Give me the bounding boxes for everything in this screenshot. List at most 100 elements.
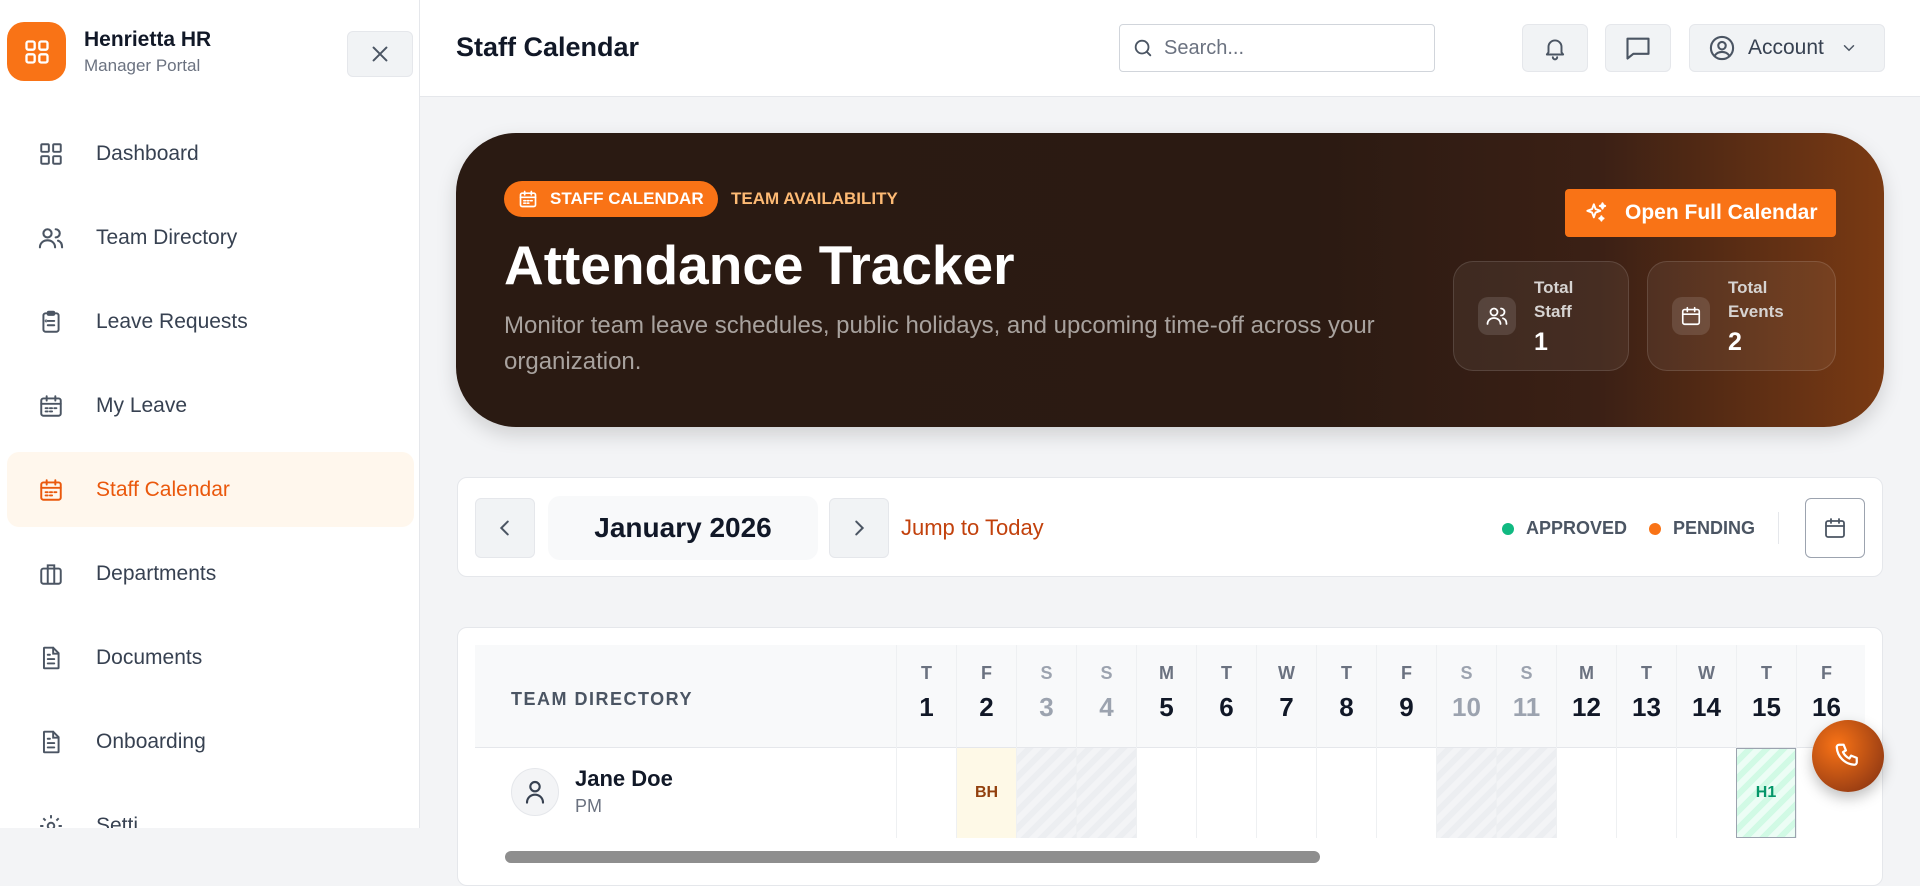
jump-to-today-link[interactable]: Jump to Today: [901, 515, 1044, 541]
sidebar-item-leave-requests[interactable]: Leave Requests: [7, 284, 414, 359]
day-cell[interactable]: [896, 748, 956, 838]
legend-dot: [1502, 522, 1514, 535]
legend-label: PENDING: [1673, 518, 1756, 538]
day-column-header: M 12: [1556, 645, 1616, 748]
sidebar: Henrietta HR Manager Portal Dashboard Te…: [0, 0, 420, 828]
team-directory-header: TEAM DIRECTORY: [511, 689, 694, 709]
day-of-week: S: [1040, 663, 1053, 683]
notifications-button[interactable]: [1522, 24, 1588, 72]
employee-info[interactable]: Jane Doe PM: [511, 766, 673, 817]
sidebar-item-departments[interactable]: Departments: [7, 536, 414, 611]
day-number: 2: [979, 692, 994, 722]
stat-label: Total Events: [1728, 277, 1784, 321]
page-title: Staff Calendar: [456, 32, 640, 62]
sidebar-item-team-directory[interactable]: Team Directory: [7, 200, 414, 275]
day-number: 12: [1572, 692, 1601, 722]
sidebar-item-my-leave[interactable]: My Leave: [7, 368, 414, 443]
day-number: 7: [1279, 692, 1294, 722]
hero-tag: TEAM AVAILABILITY: [731, 189, 898, 208]
day-number: 9: [1399, 692, 1414, 722]
day-cell[interactable]: [1256, 748, 1316, 838]
calendar-icon: [519, 190, 537, 208]
open-full-calendar-label: Open Full Calendar: [1625, 201, 1818, 224]
employee-name: Jane Doe: [575, 766, 673, 791]
day-column-header: S3: [1016, 645, 1076, 748]
day-of-week: W: [1698, 663, 1715, 683]
day-column-header: T 13: [1616, 645, 1676, 748]
legend-label: APPROVED: [1526, 518, 1628, 538]
leave-event-cell[interactable]: BH: [956, 748, 1016, 838]
day-cell[interactable]: [1316, 748, 1376, 838]
user-circle-icon: [1709, 35, 1735, 61]
day-number: 1: [919, 692, 934, 722]
day-cell[interactable]: [1496, 748, 1556, 838]
clipboard-icon: [37, 308, 65, 336]
employee-role: PM: [575, 796, 602, 816]
day-cell[interactable]: [1076, 748, 1136, 838]
next-month-button[interactable]: [829, 498, 889, 558]
sidebar-item-label: Dashboard: [96, 141, 199, 165]
stat-card-total-events: Total Events 2: [1647, 261, 1836, 371]
day-column-header: T8: [1316, 645, 1376, 748]
account-label: Account: [1748, 36, 1824, 59]
sidebar-item-documents[interactable]: Documents: [7, 620, 414, 695]
stat-label: Total Staff: [1534, 277, 1574, 321]
day-of-week: T: [1641, 663, 1652, 683]
chevron-right-icon: [855, 520, 865, 536]
stat-value: 2: [1728, 327, 1742, 356]
call-support-button[interactable]: [1812, 720, 1884, 792]
day-cell[interactable]: [1136, 748, 1196, 838]
close-sidebar-button[interactable]: [347, 31, 413, 77]
search-input[interactable]: [1164, 36, 1414, 60]
hero-title: Attendance Tracker: [504, 234, 1015, 296]
document-icon: [37, 728, 65, 756]
sidebar-item-staff-calendar[interactable]: Staff Calendar: [7, 452, 414, 527]
sidebar-item-settings[interactable]: Setti: [7, 788, 414, 828]
day-cell[interactable]: [1616, 748, 1676, 838]
account-menu-button[interactable]: Account: [1689, 24, 1885, 72]
brand-name: Henrietta HR: [84, 27, 212, 51]
top-header: Staff Calendar Account: [420, 0, 1920, 97]
scrollbar-thumb[interactable]: [505, 851, 1320, 863]
day-column-header: T6: [1196, 645, 1256, 748]
day-cell[interactable]: [1196, 748, 1256, 838]
day-cell[interactable]: [1676, 748, 1736, 838]
avatar: [511, 767, 559, 816]
day-of-week: F: [1401, 663, 1412, 683]
previous-month-button[interactable]: [475, 498, 535, 558]
sidebar-nav: Dashboard Team Directory Leave Requests …: [7, 116, 414, 828]
sidebar-item-dashboard[interactable]: Dashboard: [7, 116, 414, 191]
grid-scroll-area: TEAM DIRECTORY T 1 F 2 S 3 S 4 M 5 T 6 W 7 T 8 F 9 S 10 S 11 M…: [475, 645, 1865, 868]
day-column-header: T 15: [1736, 645, 1796, 748]
hero-description: Monitor team leave schedules, public hol…: [504, 312, 1375, 375]
horizontal-scrollbar[interactable]: [475, 848, 1865, 864]
open-full-calendar-button[interactable]: Open Full Calendar: [1565, 189, 1836, 237]
day-of-week: T: [1761, 663, 1772, 683]
day-cell[interactable]: [1376, 748, 1436, 838]
day-number: 10: [1452, 692, 1481, 722]
day-cell[interactable]: [1556, 748, 1616, 838]
day-number: 5: [1159, 692, 1174, 722]
sidebar-item-onboarding[interactable]: Onboarding: [7, 704, 414, 779]
day-cell[interactable]: [1016, 748, 1076, 838]
date-picker-button[interactable]: [1805, 498, 1865, 558]
event-code: BH: [974, 784, 999, 801]
day-of-week: S: [1460, 663, 1473, 683]
calendar-icon: [37, 392, 65, 420]
search-icon: [1134, 39, 1152, 57]
stat-card-total-staff: Total Staff 1: [1453, 261, 1629, 371]
calendar-icon: [1825, 518, 1845, 538]
day-number: 6: [1219, 692, 1234, 722]
chat-icon: [1626, 37, 1650, 60]
sidebar-item-label: Departments: [96, 561, 217, 585]
day-of-week: T: [1221, 663, 1232, 683]
day-number: 11: [1512, 692, 1541, 722]
event-code: H1: [1755, 784, 1777, 801]
app-root: Henrietta HR Manager Portal Dashboard Te…: [0, 0, 1920, 886]
day-cell[interactable]: [1436, 748, 1496, 838]
search-box[interactable]: [1119, 24, 1435, 72]
messages-button[interactable]: [1605, 24, 1671, 72]
leave-event-cell[interactable]: H1: [1736, 748, 1796, 838]
gear-icon: [37, 812, 65, 828]
stat-value: 1: [1534, 327, 1548, 356]
